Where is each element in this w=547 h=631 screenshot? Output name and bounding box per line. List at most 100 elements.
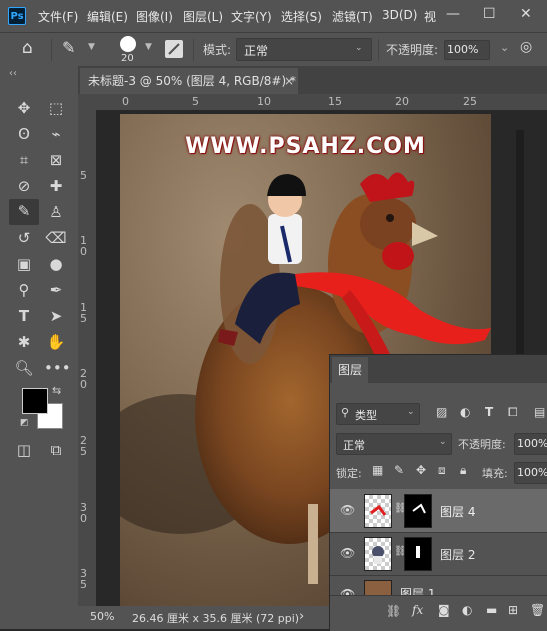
dodge-tool-icon[interactable]: ⚲ <box>12 278 36 302</box>
adjustment-layer-icon[interactable]: ◐ <box>462 603 472 617</box>
pen-tool-icon[interactable]: ✒ <box>44 278 68 302</box>
layer-mask-thumbnail[interactable] <box>404 537 432 571</box>
ruler-tick-label: 3 5 <box>80 567 87 591</box>
maximize-button[interactable]: ☐ <box>483 6 496 22</box>
marquee-tool-icon[interactable]: ⬚ <box>44 96 68 120</box>
quick-select-tool-icon[interactable]: ⌁ <box>44 122 68 146</box>
foreground-color-swatch[interactable] <box>22 388 48 414</box>
default-colors-icon[interactable]: ◩ <box>20 418 29 428</box>
layer-thumbnail <box>364 537 392 571</box>
layer-name[interactable]: 图层 4 <box>440 503 475 520</box>
type-tool-icon[interactable]: T <box>12 304 36 328</box>
ruler-tick-label: 5 <box>80 169 87 182</box>
blur-tool-icon[interactable]: ● <box>44 252 68 276</box>
swap-colors-icon[interactable]: ⇆ <box>52 384 61 397</box>
filter-pixel-icon[interactable]: ▨ <box>436 405 447 419</box>
crop-tool-icon[interactable]: ⌗ <box>12 148 36 172</box>
layer-opacity-field[interactable]: 100% <box>514 433 547 455</box>
new-group-icon[interactable]: ▬ <box>486 603 497 617</box>
visibility-eye-icon[interactable]: 👁︎ <box>340 503 355 517</box>
filter-type-icon[interactable]: T <box>485 405 493 419</box>
add-mask-icon[interactable]: ◙ <box>438 603 450 617</box>
layer-name[interactable]: 图层 2 <box>440 546 475 563</box>
more-tools-icon[interactable]: ••• <box>44 356 71 380</box>
fill-field[interactable]: 100% <box>514 462 547 484</box>
close-document-button[interactable]: × <box>284 68 294 94</box>
brush-tool-icon[interactable]: ✎ <box>9 199 39 225</box>
document-info: 26.46 厘米 x 35.6 厘米 (72 ppi) <box>132 612 300 625</box>
document-title: 未标题-3 @ 50% (图层 4, RGB/8#) * <box>88 74 296 88</box>
history-brush-tool-icon[interactable]: ↺ <box>12 226 36 250</box>
collapse-toolbar-button[interactable]: ‹‹ <box>9 68 17 79</box>
mode-value: 正常 <box>244 44 269 58</box>
filter-kind-value: 类型 <box>355 409 377 422</box>
menu-filter[interactable]: 滤镜(T) <box>332 8 373 25</box>
delete-layer-icon[interactable]: 🗑︎ <box>530 603 545 617</box>
brush-panel-icon[interactable] <box>165 40 183 58</box>
menu-edit[interactable]: 编辑(E) <box>87 8 128 25</box>
lasso-tool-icon[interactable]: ʘ <box>12 122 36 146</box>
tab-layers[interactable]: 图层 <box>332 357 368 383</box>
ruler-tick-label: 5 <box>192 95 199 108</box>
layer-row[interactable]: 👁︎ ⛓ 图层 4 <box>330 489 547 533</box>
new-layer-icon[interactable]: ⊞ <box>508 603 518 617</box>
lock-transparency-icon[interactable]: ▦ <box>372 463 383 477</box>
hand-tool-icon[interactable]: ✋ <box>44 330 68 354</box>
visibility-eye-icon[interactable]: 👁︎ <box>340 546 355 560</box>
ruler-tick-label: 2 0 <box>80 367 87 391</box>
chevron-down-icon[interactable]: ▼ <box>145 42 152 52</box>
menu-file[interactable]: 文件(F) <box>38 8 78 25</box>
gradient-tool-icon[interactable]: ▣ <box>12 252 36 276</box>
lock-image-icon[interactable]: ✎ <box>394 463 404 477</box>
eyedropper-tool-icon[interactable]: ⊘ <box>12 174 36 198</box>
mode-dropdown[interactable]: 正常 ⌄ <box>236 38 372 61</box>
healing-brush-tool-icon[interactable]: ✚ <box>44 174 68 198</box>
ruler-tick-label: 25 <box>463 95 477 108</box>
link-layers-icon[interactable]: ⛓ <box>386 604 401 618</box>
blend-mode-dropdown[interactable]: 正常 ⌄ <box>336 433 452 455</box>
lock-position-icon[interactable]: ✥ <box>416 463 426 477</box>
menu-3d[interactable]: 3D(D) <box>382 8 417 22</box>
ruler-tick-label: 1 0 <box>80 234 87 258</box>
filter-kind-dropdown[interactable]: ⚲ 类型 ⌄ <box>336 403 420 425</box>
home-icon[interactable]: ⌂ <box>22 38 33 58</box>
zoom-level[interactable]: 50% <box>90 610 114 623</box>
menu-view[interactable]: 视 <box>424 8 436 25</box>
filter-smart-object-icon[interactable]: ▤ <box>534 405 545 419</box>
document-tab[interactable]: 未标题-3 @ 50% (图层 4, RGB/8#) * × <box>80 68 298 94</box>
filter-shape-icon[interactable]: ⧠ <box>508 405 518 420</box>
close-window-button[interactable]: ✕ <box>520 6 532 22</box>
blend-mode-value: 正常 <box>343 439 365 452</box>
lock-all-icon[interactable]: 🔒︎ <box>460 463 466 478</box>
zoom-tool-icon[interactable]: 🔍︎ <box>12 356 36 380</box>
menu-layer[interactable]: 图层(L) <box>183 8 223 25</box>
menu-image[interactable]: 图像(I) <box>136 8 173 25</box>
frame-tool-icon[interactable]: ⊠ <box>44 148 68 172</box>
pressure-opacity-icon[interactable]: ◎ <box>520 39 532 55</box>
menu-bar: Ps 文件(F) 编辑(E) 图像(I) 图层(L) 文字(Y) 选择(S) 滤… <box>0 0 547 32</box>
brush-size-icon[interactable] <box>120 36 136 52</box>
chevron-down-icon[interactable]: ⌄ <box>500 41 509 54</box>
brush-preset-icon[interactable]: ✎ <box>62 38 75 57</box>
status-arrow-button[interactable]: › <box>299 609 304 624</box>
screen-mode-icon[interactable]: ⧉ <box>44 438 68 462</box>
menu-type[interactable]: 文字(Y) <box>231 8 272 25</box>
opacity-field[interactable]: 100% <box>444 40 490 60</box>
custom-shape-tool-icon[interactable]: ✱ <box>12 330 36 354</box>
path-selection-tool-icon[interactable]: ➤ <box>44 304 68 328</box>
menu-select[interactable]: 选择(S) <box>281 8 322 25</box>
layer-mask-thumbnail[interactable] <box>404 494 432 528</box>
ruler-tick-label: 10 <box>257 95 271 108</box>
quick-mask-icon[interactable]: ◫ <box>12 438 36 462</box>
layer-row[interactable]: 👁︎ ⛓ 图层 2 <box>330 532 547 576</box>
move-tool-icon[interactable]: ✥ <box>12 96 36 120</box>
eraser-tool-icon[interactable]: ⌫ <box>44 226 68 250</box>
chevron-down-icon[interactable]: ▼ <box>88 42 95 52</box>
minimize-button[interactable]: — <box>446 6 460 22</box>
filter-adjustment-icon[interactable]: ◐ <box>460 405 470 419</box>
ruler-vertical: 5 1 0 1 5 2 0 2 5 3 0 3 5 <box>78 110 97 606</box>
ruler-tick-label: 2 5 <box>80 434 87 458</box>
lock-artboard-icon[interactable]: ⧈ <box>438 463 446 478</box>
clone-stamp-tool-icon[interactable]: ♙ <box>44 200 68 224</box>
fx-button[interactable]: fx <box>412 603 423 617</box>
